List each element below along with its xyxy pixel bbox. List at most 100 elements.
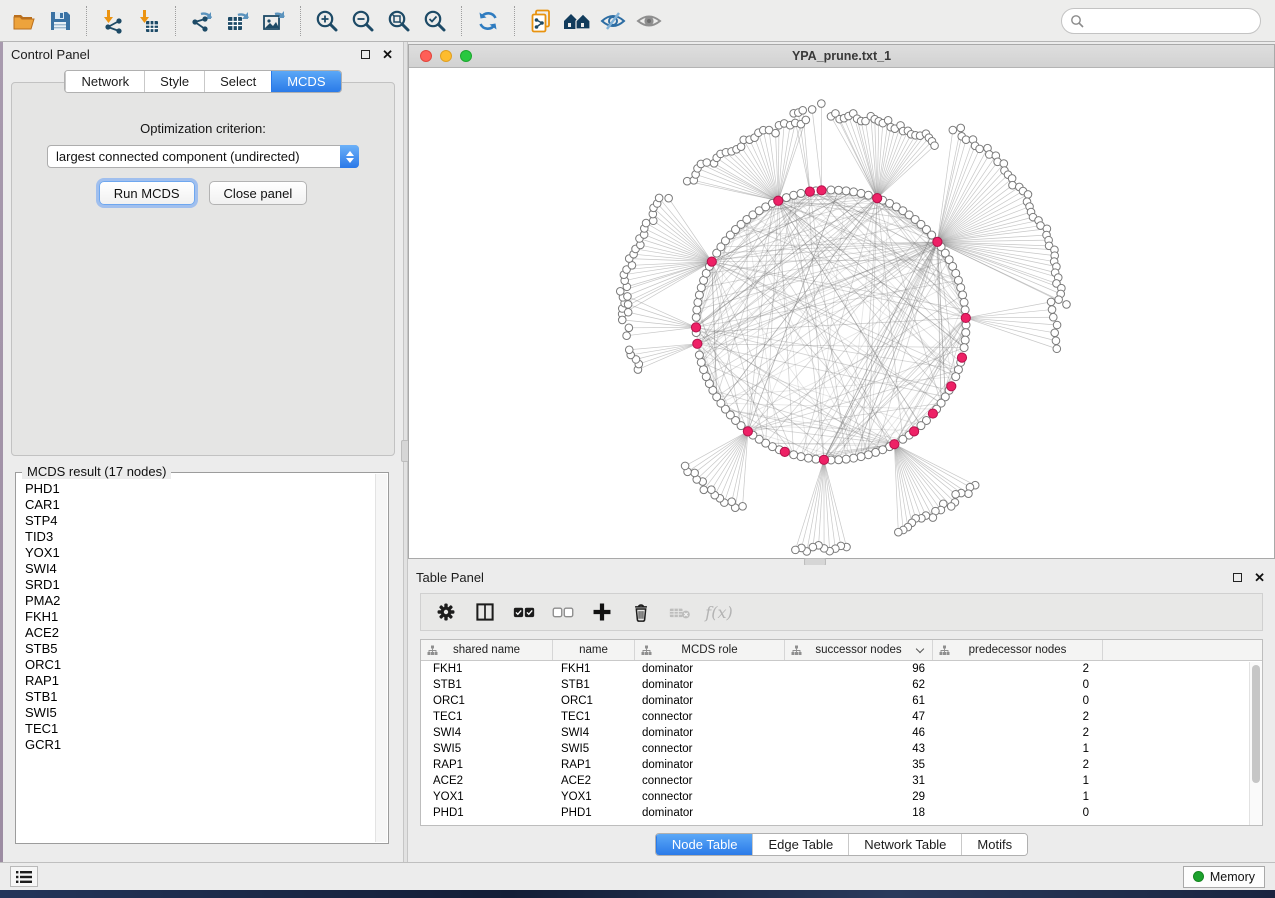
split-panel-icon[interactable]	[470, 597, 500, 627]
table-scrollbar-thumb[interactable]	[1252, 665, 1260, 783]
cell-name: YOX1	[553, 789, 635, 805]
cell-predecessor-nodes: 1	[933, 773, 1103, 789]
column-header-name[interactable]: name	[553, 640, 635, 660]
cell-successor-nodes: 96	[785, 661, 933, 677]
float-panel-icon[interactable]	[1233, 573, 1242, 582]
mcds-result-item[interactable]: YOX1	[25, 545, 388, 561]
home-icon[interactable]	[559, 4, 595, 38]
zoom-selected-icon[interactable]	[417, 4, 453, 38]
close-panel-icon[interactable]: ✕	[1254, 573, 1265, 582]
table-tab[interactable]: Network Table	[848, 834, 961, 855]
mcds-result-list[interactable]: PHD1 CAR1 STP4 TID3 YOX1 SWI4 SRD1 PMA2 …	[16, 473, 388, 753]
mcds-list-scrollbar[interactable]	[375, 474, 387, 842]
mcds-result-item[interactable]: ORC1	[25, 657, 388, 673]
zoom-in-icon[interactable]	[309, 4, 345, 38]
mcds-result-item[interactable]: FKH1	[25, 609, 388, 625]
mcds-result-group: MCDS result (17 nodes) PHD1 CAR1 STP4 TI…	[15, 472, 389, 844]
cell-predecessor-nodes: 2	[933, 725, 1103, 741]
cell-successor-nodes: 31	[785, 773, 933, 789]
mcds-result-item[interactable]: SRD1	[25, 577, 388, 593]
select-all-check-icon[interactable]	[509, 597, 539, 627]
search-field[interactable]	[1061, 8, 1261, 34]
control-panel-tab[interactable]: Network	[65, 71, 144, 92]
import-table-icon[interactable]	[131, 4, 167, 38]
table-row[interactable]: FKH1 FKH1 dominator 96 2	[421, 661, 1262, 677]
mcds-result-item[interactable]: RAP1	[25, 673, 388, 689]
column-header-predecessor-nodes[interactable]: predecessor nodes	[933, 640, 1103, 660]
table-tab[interactable]: Edge Table	[752, 834, 848, 855]
close-panel-icon[interactable]: ✕	[382, 50, 393, 59]
mcds-result-item[interactable]: STP4	[25, 513, 388, 529]
export-image-icon[interactable]	[256, 4, 292, 38]
sort-descending-icon[interactable]	[916, 645, 924, 653]
mcds-result-item[interactable]: TEC1	[25, 721, 388, 737]
mcds-result-item[interactable]: GCR1	[25, 737, 388, 753]
network-window-titlebar[interactable]: YPA_prune.txt_1	[409, 45, 1274, 68]
zoom-out-icon[interactable]	[345, 4, 381, 38]
control-panel-tab[interactable]: MCDS	[271, 71, 340, 92]
search-icon	[1070, 14, 1084, 28]
open-folder-icon[interactable]	[6, 4, 42, 38]
table-row[interactable]: YOX1 YOX1 connector 29 1	[421, 789, 1262, 805]
memory-button[interactable]: Memory	[1183, 866, 1265, 888]
cell-shared-name: YOX1	[421, 789, 553, 805]
table-panel-header: Table Panel ✕	[408, 565, 1275, 589]
table-row[interactable]: PHD1 PHD1 dominator 18 0	[421, 805, 1262, 821]
table-tab[interactable]: Node Table	[656, 834, 753, 855]
network-from-document-icon[interactable]	[523, 4, 559, 38]
table-scrollbar[interactable]	[1249, 662, 1262, 825]
cell-predecessor-nodes: 2	[933, 757, 1103, 773]
mcds-result-item[interactable]: PHD1	[25, 481, 388, 497]
mcds-result-item[interactable]: CAR1	[25, 497, 388, 513]
mcds-result-item[interactable]: PMA2	[25, 593, 388, 609]
table-settings-icon[interactable]	[431, 597, 461, 627]
hide-graphics-details-icon[interactable]	[595, 4, 631, 38]
export-table-icon[interactable]	[220, 4, 256, 38]
mcds-result-item[interactable]: TID3	[25, 529, 388, 545]
zoom-fit-icon[interactable]	[381, 4, 417, 38]
control-panel-tab[interactable]: Select	[204, 71, 271, 92]
toolbar-separator	[86, 6, 87, 36]
add-column-icon[interactable]	[587, 597, 617, 627]
dropdown-stepper-icon[interactable]	[340, 145, 359, 168]
show-graphics-details-icon[interactable]	[631, 4, 667, 38]
refresh-icon[interactable]	[470, 4, 506, 38]
table-row[interactable]: STB1 STB1 dominator 62 0	[421, 677, 1262, 693]
export-network-icon[interactable]	[184, 4, 220, 38]
mcds-result-item[interactable]: SWI5	[25, 705, 388, 721]
float-panel-icon[interactable]	[361, 50, 370, 59]
column-header-successor-nodes[interactable]: successor nodes	[785, 640, 933, 660]
import-network-icon[interactable]	[95, 4, 131, 38]
cell-shared-name: RAP1	[421, 757, 553, 773]
mcds-result-item[interactable]: ACE2	[25, 625, 388, 641]
table-row[interactable]: ORC1 ORC1 dominator 61 0	[421, 693, 1262, 709]
cell-mcds-role: dominator	[635, 725, 785, 741]
column-header-mcds-role[interactable]: MCDS role	[635, 640, 785, 660]
table-row[interactable]: SWI4 SWI4 dominator 46 2	[421, 725, 1262, 741]
save-session-icon[interactable]	[42, 4, 78, 38]
table-tab[interactable]: Motifs	[961, 834, 1027, 855]
table-row[interactable]: SWI5 SWI5 connector 43 1	[421, 741, 1262, 757]
cell-mcds-role: dominator	[635, 677, 785, 693]
mcds-result-item[interactable]: STB5	[25, 641, 388, 657]
table-row[interactable]: RAP1 RAP1 dominator 35 2	[421, 757, 1262, 773]
control-panel-title: Control Panel	[11, 47, 90, 62]
table-row[interactable]: TEC1 TEC1 connector 47 2	[421, 709, 1262, 725]
cell-mcds-role: dominator	[635, 693, 785, 709]
run-mcds-button[interactable]: Run MCDS	[99, 181, 195, 205]
close-panel-button[interactable]: Close panel	[209, 181, 308, 205]
cell-name: ORC1	[553, 693, 635, 709]
deselect-all-icon[interactable]	[548, 597, 578, 627]
delete-column-icon[interactable]	[626, 597, 656, 627]
control-panel-tab[interactable]: Style	[144, 71, 204, 92]
mcds-result-item[interactable]: SWI4	[25, 561, 388, 577]
cell-predecessor-nodes: 1	[933, 741, 1103, 757]
shared-column-icon	[939, 645, 950, 656]
mcds-result-item[interactable]: STB1	[25, 689, 388, 705]
search-input[interactable]	[1084, 14, 1252, 28]
table-row[interactable]: ACE2 ACE2 connector 31 1	[421, 773, 1262, 789]
network-canvas[interactable]	[409, 68, 1274, 558]
criterion-dropdown[interactable]: largest connected component (undirected)	[47, 145, 359, 168]
task-history-button[interactable]	[10, 866, 38, 887]
column-header-shared-name[interactable]: shared name	[421, 640, 553, 660]
